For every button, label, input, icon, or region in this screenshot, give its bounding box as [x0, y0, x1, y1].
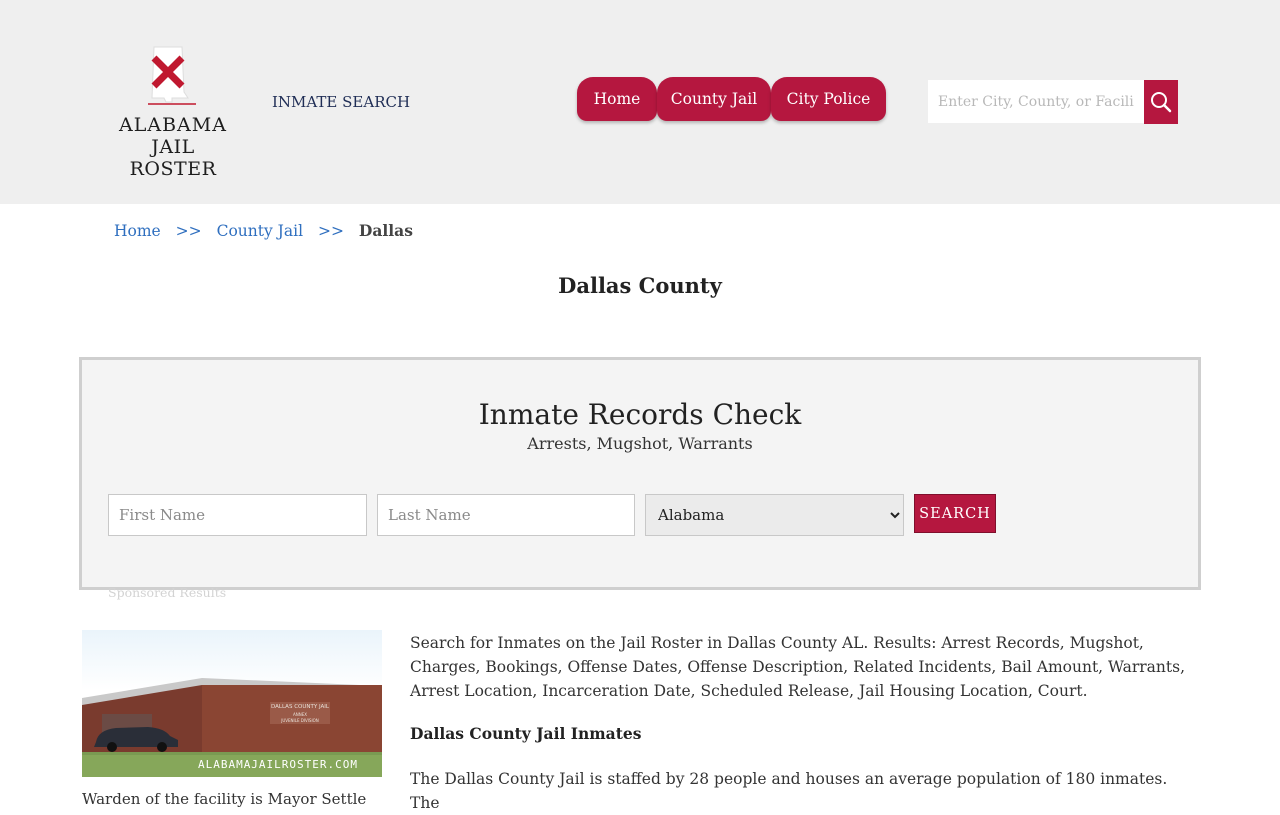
facility-search-input[interactable]: [928, 80, 1144, 123]
photo-caption: Warden of the facility is Mayor Settle: [82, 790, 367, 808]
nav-home-button[interactable]: Home: [577, 77, 657, 121]
first-name-input[interactable]: [108, 494, 367, 536]
inmate-records-check-panel: Inmate Records Check Arrests, Mugshot, W…: [79, 357, 1201, 590]
building-sign-line3: JUVENILE DIVISION: [280, 718, 319, 723]
breadcrumb: Home >> County Jail >> Dallas: [114, 221, 413, 240]
inmate-search-link[interactable]: INMATE SEARCH: [272, 93, 410, 111]
jail-building-image: DALLAS COUNTY JAIL ANNEX JUVENILE DIVISI…: [82, 630, 382, 777]
building-sign-line1: DALLAS COUNTY JAIL: [271, 704, 330, 710]
breadcrumb-county-jail-link[interactable]: County Jail: [217, 222, 303, 240]
facility-search-button[interactable]: [1144, 80, 1178, 124]
site-logo[interactable]: ALABAMA JAIL ROSTER: [110, 44, 240, 180]
nav-city-police-button[interactable]: City Police: [771, 77, 886, 121]
state-select[interactable]: Alabama: [645, 494, 904, 536]
logo-text-jail-roster: JAIL ROSTER: [129, 136, 217, 180]
watermark-text: ALABAMAJAILROSTER.COM: [198, 758, 358, 771]
records-check-title: Inmate Records Check: [478, 398, 802, 431]
nav-county-jail-button[interactable]: County Jail: [657, 77, 771, 121]
building-sign-line2: ANNEX: [293, 712, 307, 717]
facility-photo: DALLAS COUNTY JAIL ANNEX JUVENILE DIVISI…: [82, 630, 382, 777]
page-title: Dallas County: [558, 273, 722, 298]
records-search-button[interactable]: SEARCH: [914, 494, 996, 533]
site-header: ALABAMA JAIL ROSTER INMATE SEARCH Home C…: [0, 0, 1280, 204]
body-paragraph: The Dallas County Jail is staffed by 28 …: [410, 770, 1168, 812]
section-heading: Dallas County Jail Inmates: [410, 724, 642, 743]
last-name-input[interactable]: [377, 494, 635, 536]
breadcrumb-separator: >>: [317, 222, 344, 240]
records-check-subtitle: Arrests, Mugshot, Warrants: [527, 434, 753, 453]
breadcrumb-home-link[interactable]: Home: [114, 222, 161, 240]
logo-text-alabama: ALABAMA: [119, 114, 227, 136]
breadcrumb-current: Dallas: [358, 221, 413, 240]
alabama-state-icon: [148, 46, 196, 105]
sponsored-results-label: Sponsored Results: [108, 585, 227, 600]
magnifier-icon: [1151, 92, 1172, 113]
breadcrumb-separator: >>: [175, 222, 202, 240]
intro-paragraph: Search for Inmates on the Jail Roster in…: [410, 634, 1185, 700]
